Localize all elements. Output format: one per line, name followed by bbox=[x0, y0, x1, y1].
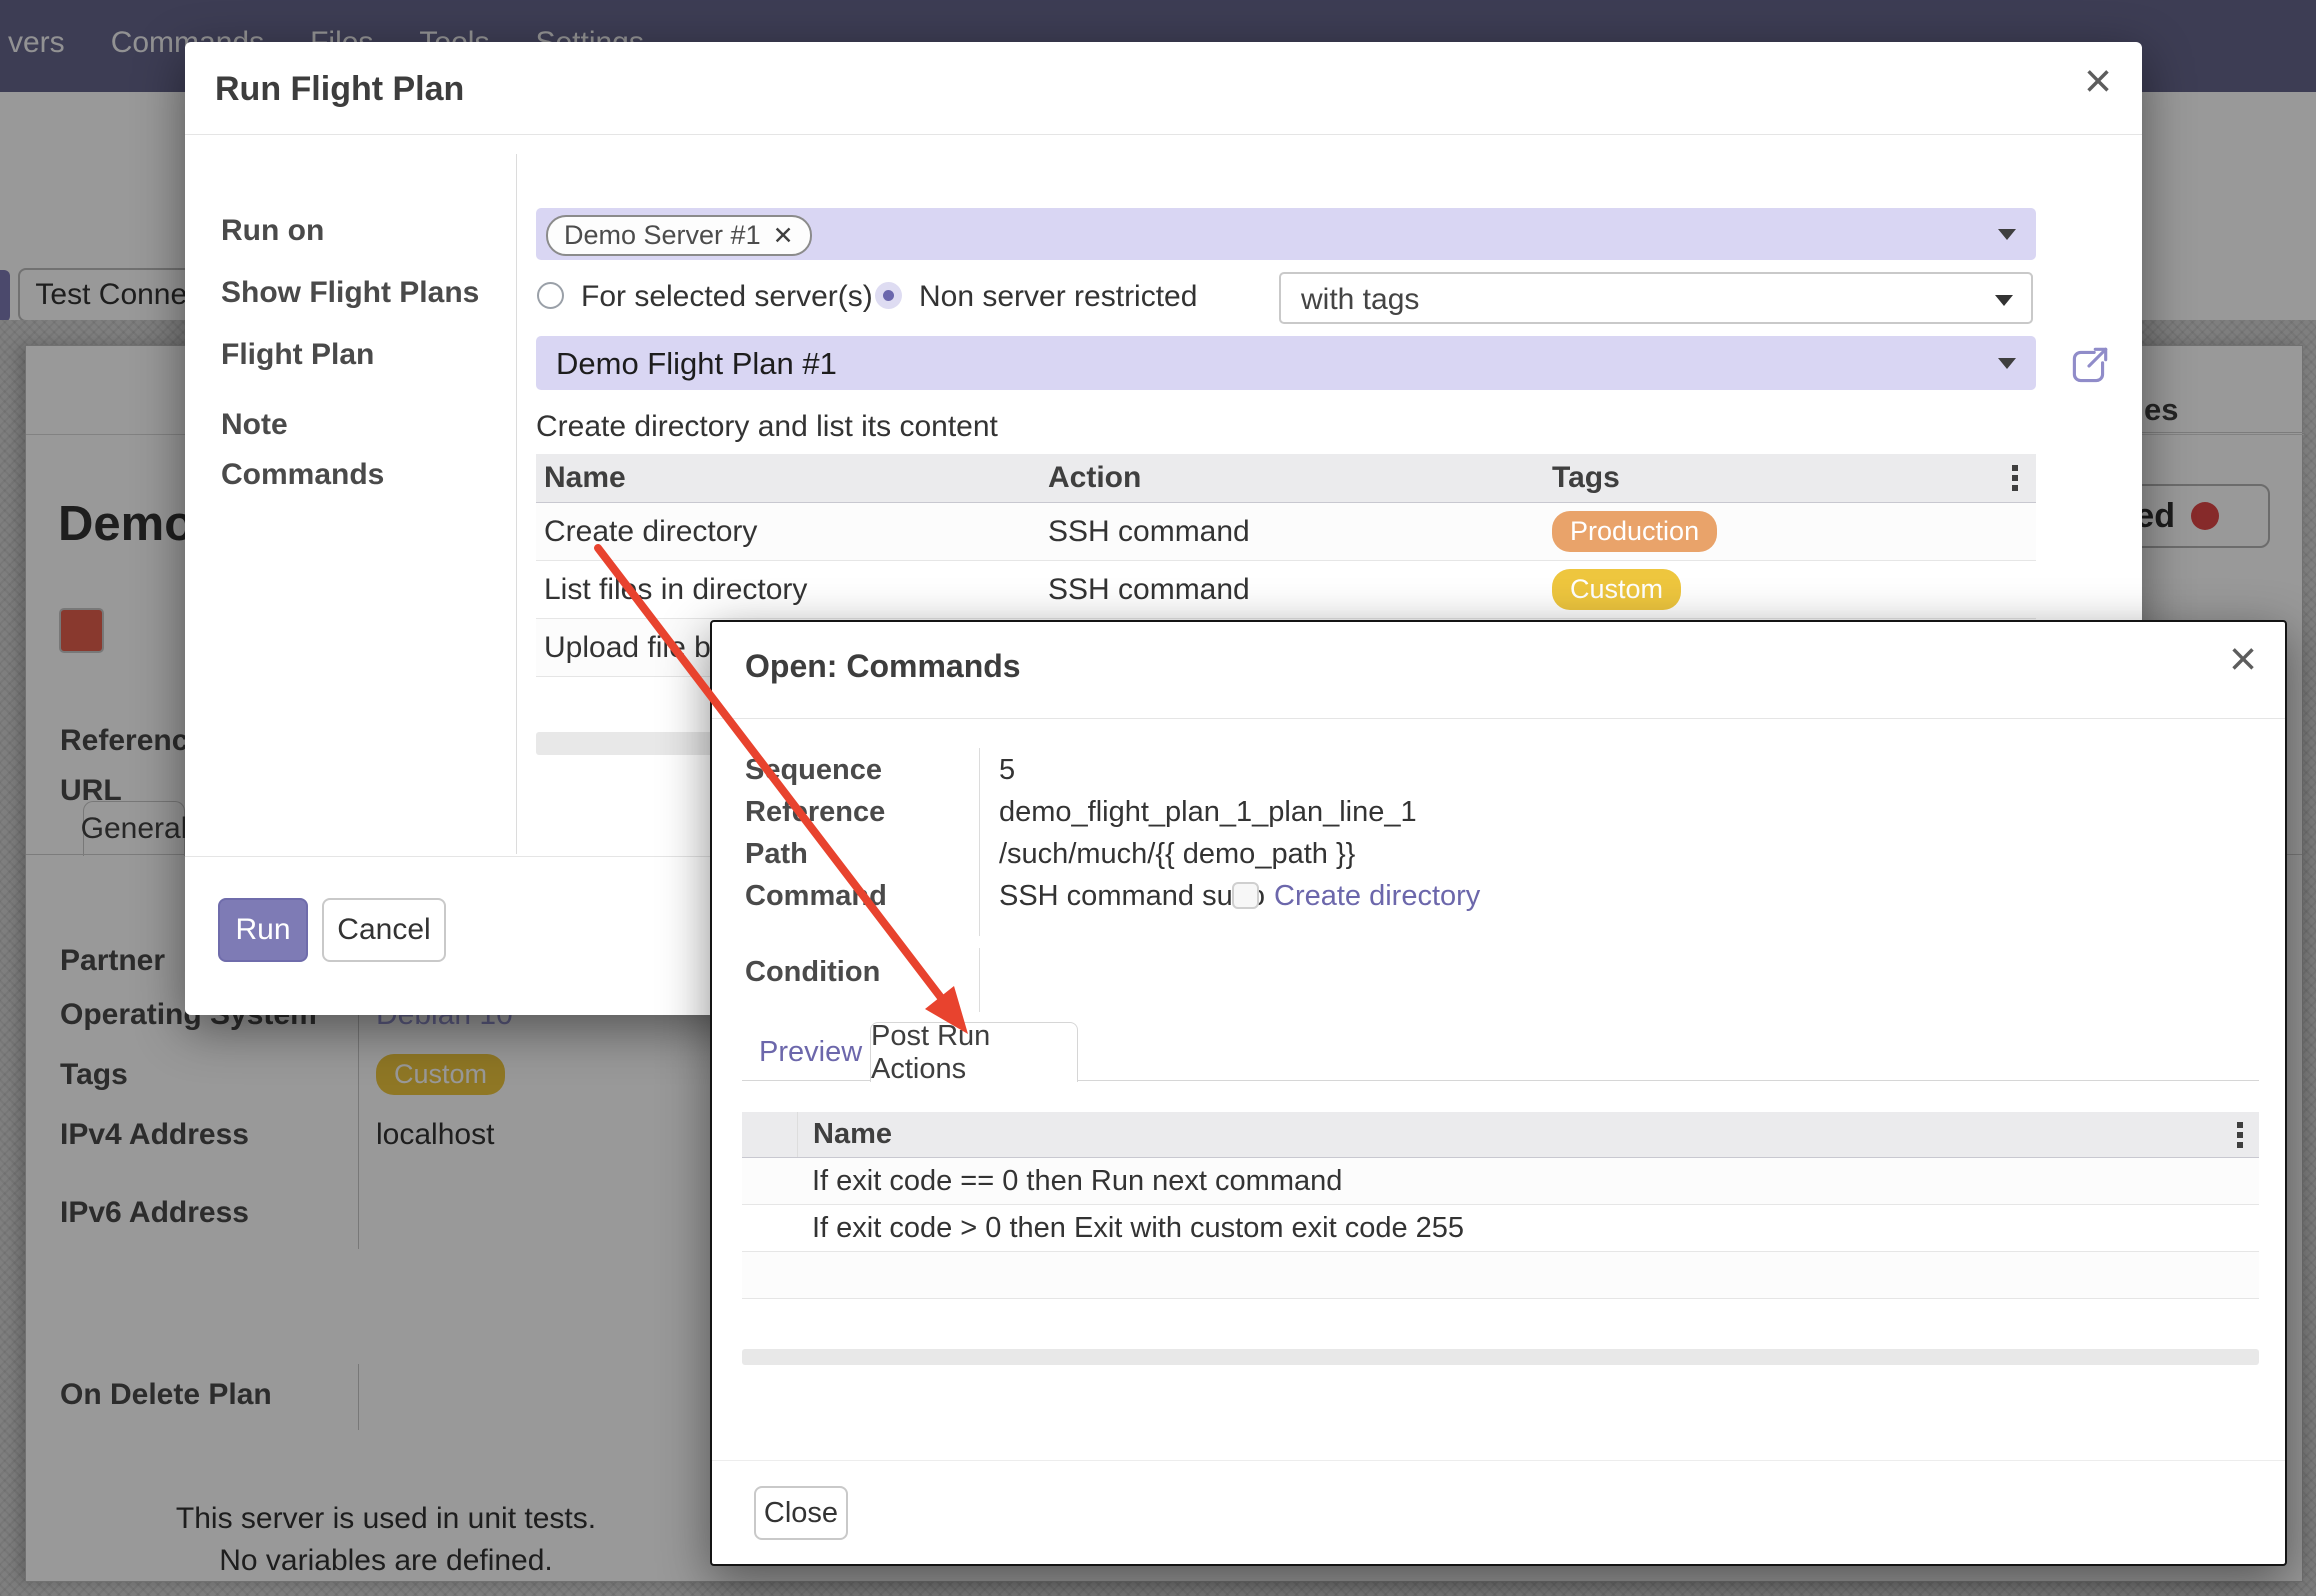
cell-action: SSH command bbox=[1048, 573, 1552, 607]
run-button[interactable]: Run bbox=[218, 898, 308, 962]
flight-plan-select[interactable]: Demo Flight Plan #1 bbox=[536, 336, 2036, 390]
remove-tag-icon[interactable]: ✕ bbox=[773, 221, 794, 251]
command-label: Command bbox=[745, 880, 887, 913]
table-row[interactable]: List files in directory SSH command Cust… bbox=[536, 560, 2036, 618]
create-directory-link[interactable]: Create directory bbox=[1274, 880, 1480, 913]
horizontal-scrollbar[interactable] bbox=[742, 1349, 2259, 1365]
label-separator bbox=[516, 154, 517, 854]
note-label: Note bbox=[221, 408, 288, 442]
modal-header-divider bbox=[712, 718, 2285, 719]
cancel-button-label: Cancel bbox=[337, 913, 430, 947]
cell-name: If exit code > 0 then Exit with custom e… bbox=[797, 1212, 1464, 1245]
col-selector bbox=[742, 1112, 798, 1157]
tag-custom: Custom bbox=[1552, 569, 1681, 610]
label-separator-2 bbox=[979, 948, 980, 1012]
sequence-label: Sequence bbox=[745, 754, 882, 787]
kebab-menu-icon[interactable] bbox=[2237, 1122, 2243, 1148]
col-tags[interactable]: Tags bbox=[1552, 461, 1952, 495]
chevron-down-icon bbox=[1995, 295, 2013, 306]
radio-for-selected-servers[interactable] bbox=[537, 282, 564, 309]
open-commands-modal: Open: Commands × Sequence 5 Reference de… bbox=[710, 620, 2287, 1566]
show-flight-plans-label: Show Flight Plans bbox=[221, 276, 479, 310]
table-row[interactable]: Create directory SSH command Production bbox=[536, 502, 2036, 560]
modal-title: Open: Commands bbox=[745, 648, 1021, 685]
radio-non-server-restricted[interactable] bbox=[875, 282, 902, 309]
screen: vers Commands Files Tools Settings Test … bbox=[0, 0, 2316, 1596]
table-header-row: Name bbox=[742, 1112, 2259, 1157]
tab-preview[interactable]: Preview bbox=[759, 1036, 862, 1069]
post-run-actions-table: Name If exit code == 0 then Run next com… bbox=[742, 1112, 2259, 1299]
plan-note-text: Create directory and list its content bbox=[536, 410, 998, 444]
col-name[interactable]: Name bbox=[536, 461, 1048, 495]
close-icon[interactable]: × bbox=[2084, 58, 2112, 106]
tab-post-run-actions-label: Post Run Actions bbox=[871, 1020, 1077, 1086]
close-button[interactable]: Close bbox=[754, 1486, 848, 1540]
with-tags-value: with tags bbox=[1301, 283, 1419, 317]
modal-header-divider bbox=[185, 134, 2142, 135]
run-on-label: Run on bbox=[221, 214, 324, 248]
chevron-down-icon bbox=[1998, 229, 2016, 240]
reference-label: Reference bbox=[745, 796, 885, 829]
chevron-down-icon bbox=[1998, 358, 2016, 369]
tab-post-run-actions[interactable]: Post Run Actions bbox=[870, 1022, 1078, 1082]
col-name[interactable]: Name bbox=[798, 1118, 892, 1151]
flight-plan-value: Demo Flight Plan #1 bbox=[556, 346, 837, 382]
kebab-menu-icon[interactable] bbox=[2012, 465, 2018, 491]
modal-footer-divider bbox=[712, 1460, 2285, 1461]
with-tags-select[interactable]: with tags bbox=[1279, 272, 2033, 324]
table-row[interactable]: If exit code > 0 then Exit with custom e… bbox=[742, 1204, 2259, 1251]
external-link-icon[interactable] bbox=[2065, 342, 2113, 390]
cell-name: List files in directory bbox=[536, 573, 1048, 607]
radio-for-selected-servers-label[interactable]: For selected server(s) bbox=[581, 280, 873, 314]
server-tag-label: Demo Server #1 bbox=[564, 220, 761, 251]
condition-label: Condition bbox=[745, 956, 880, 989]
commands-label: Commands bbox=[221, 458, 384, 492]
path-value: /such/much/{{ demo_path }} bbox=[999, 838, 1355, 871]
close-icon[interactable]: × bbox=[2229, 636, 2257, 684]
command-value: SSH command sudo bbox=[999, 880, 1265, 913]
col-action[interactable]: Action bbox=[1048, 461, 1552, 495]
run-button-label: Run bbox=[235, 913, 290, 947]
close-button-label: Close bbox=[764, 1497, 838, 1530]
flight-plan-label: Flight Plan bbox=[221, 338, 374, 372]
radio-non-server-restricted-label[interactable]: Non server restricted bbox=[919, 280, 1197, 314]
tag-production: Production bbox=[1552, 511, 1717, 552]
table-row-empty bbox=[742, 1251, 2259, 1298]
modal-title: Run Flight Plan bbox=[215, 70, 464, 109]
cancel-button[interactable]: Cancel bbox=[322, 898, 446, 962]
table-row[interactable]: If exit code == 0 then Run next command bbox=[742, 1157, 2259, 1204]
sudo-checkbox[interactable] bbox=[1232, 882, 1259, 909]
path-label: Path bbox=[745, 838, 808, 871]
server-tag-chip[interactable]: Demo Server #1 ✕ bbox=[546, 215, 812, 256]
sequence-value: 5 bbox=[999, 754, 1015, 787]
cell-name: If exit code == 0 then Run next command bbox=[797, 1165, 1342, 1198]
label-separator bbox=[979, 748, 980, 936]
cell-name: Create directory bbox=[536, 515, 1048, 549]
table-header-row: Name Action Tags bbox=[536, 454, 2036, 502]
cell-action: SSH command bbox=[1048, 515, 1552, 549]
reference-value: demo_flight_plan_1_plan_line_1 bbox=[999, 796, 1417, 829]
run-on-select[interactable]: Demo Server #1 ✕ bbox=[536, 208, 2036, 260]
